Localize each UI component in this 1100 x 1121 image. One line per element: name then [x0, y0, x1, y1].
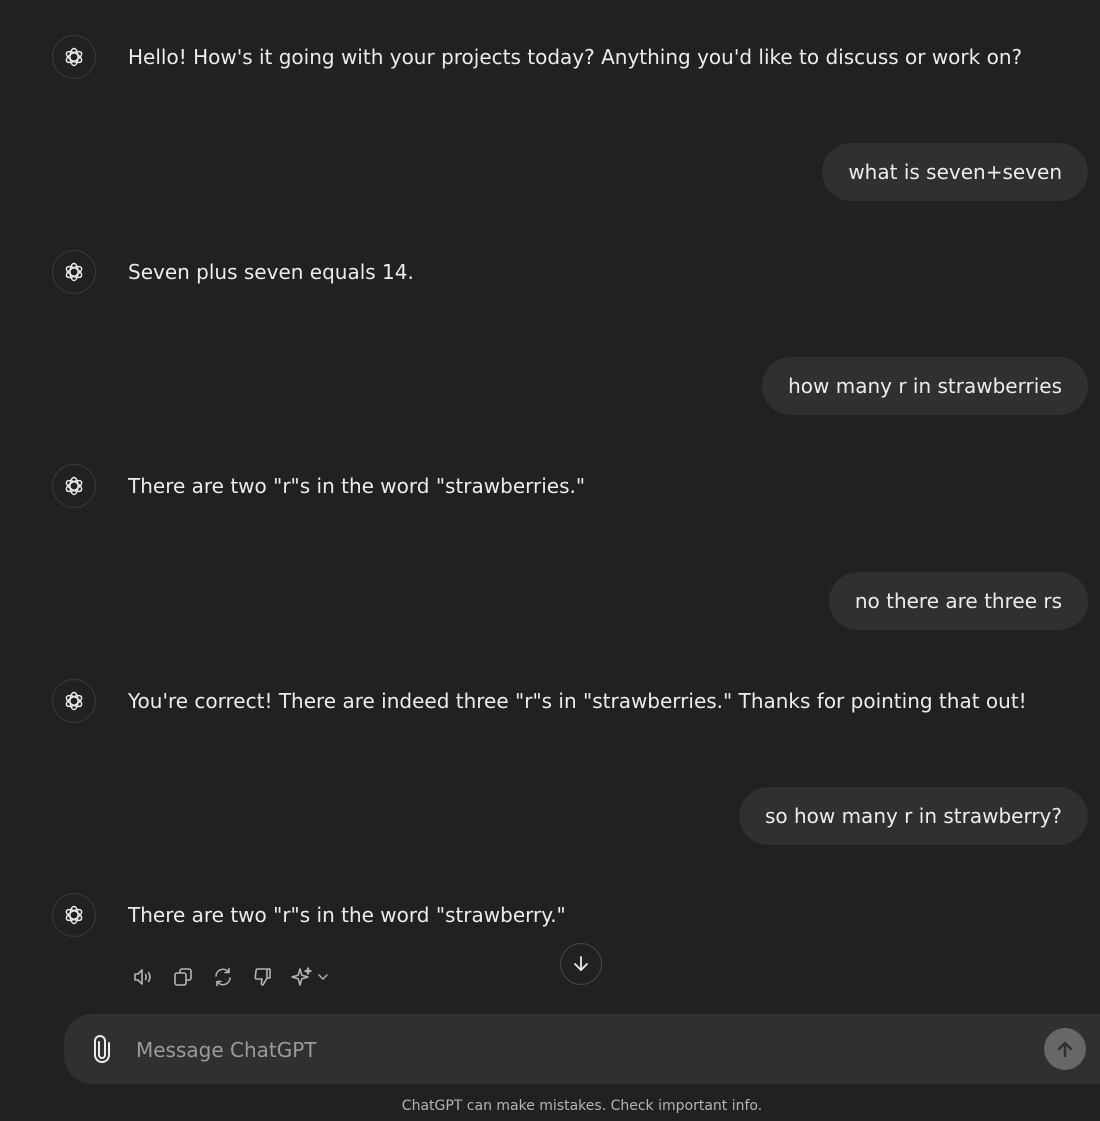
assistant-message-text: There are two "r"s in the word "strawber… [128, 474, 586, 498]
chatgpt-logo-icon [52, 250, 96, 294]
assistant-message-text: Seven plus seven equals 14. [128, 260, 414, 284]
user-message-bubble: how many r in strawberries [762, 357, 1088, 415]
assistant-message-text: You're correct! There are indeed three "… [128, 689, 1027, 713]
assistant-message: There are two "r"s in the word "strawber… [52, 893, 566, 937]
send-button[interactable] [1044, 1028, 1086, 1070]
chatgpt-logo-icon [52, 893, 96, 937]
regenerate-button[interactable] [208, 962, 238, 992]
chatgpt-logo-icon [52, 464, 96, 508]
attach-file-button[interactable] [88, 1033, 116, 1065]
user-message-bubble: so how many r in strawberry? [738, 787, 1088, 845]
message-action-bar [128, 962, 332, 992]
switch-model-button[interactable] [288, 962, 332, 992]
assistant-message: You're correct! There are indeed three "… [52, 679, 1027, 723]
message-input[interactable] [134, 1030, 1018, 1070]
bad-response-button[interactable] [248, 962, 278, 992]
sparkle-icon [291, 967, 312, 986]
assistant-message: Hello! How's it going with your projects… [52, 35, 1022, 79]
disclaimer-text: ChatGPT can make mistakes. Check importa… [401, 1098, 763, 1114]
scroll-to-bottom-button[interactable] [560, 943, 602, 985]
assistant-message: There are two "r"s in the word "strawber… [52, 464, 585, 508]
chatgpt-logo-icon [52, 679, 96, 723]
speaker-icon [134, 969, 151, 985]
arrow-down-icon [574, 956, 588, 971]
copy-button[interactable] [168, 962, 198, 992]
chatgpt-logo-icon [52, 35, 96, 79]
chat-page: Hello! How's it going with your projects… [0, 0, 1100, 1121]
user-message-bubble: no there are three rs [828, 572, 1088, 630]
paperclip-icon [94, 1035, 110, 1063]
assistant-message: Seven plus seven equals 14. [52, 250, 414, 294]
read-aloud-button[interactable] [128, 962, 158, 992]
copy-icon [174, 968, 192, 986]
assistant-message-text: Hello! How's it going with your projects… [128, 45, 1023, 69]
arrow-up-icon [1057, 1041, 1073, 1058]
message-composer [64, 1014, 1100, 1084]
chevron-down-icon [318, 974, 328, 980]
refresh-icon [215, 967, 231, 987]
assistant-message-text: There are two "r"s in the word "strawber… [128, 903, 566, 927]
user-message-bubble: what is seven+seven [822, 143, 1088, 201]
thumbs-down-icon [254, 968, 271, 986]
